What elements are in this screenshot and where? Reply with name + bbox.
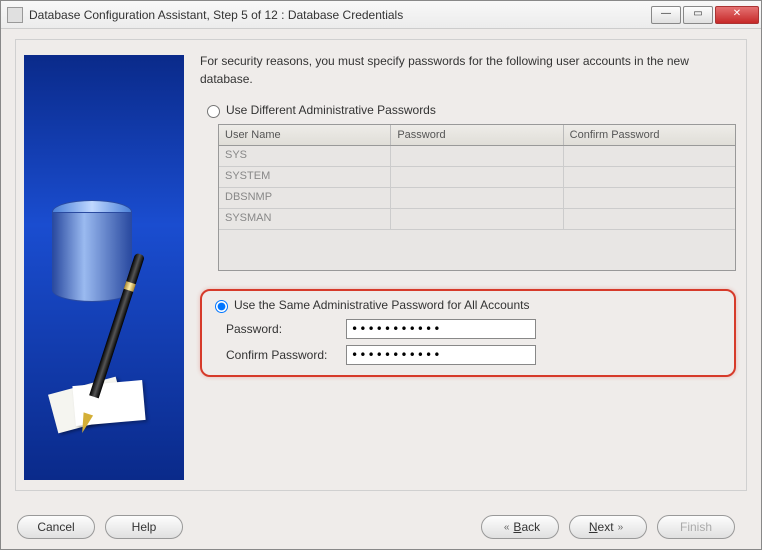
cell-confirm <box>564 167 735 187</box>
cell-confirm <box>564 209 735 229</box>
app-icon <box>7 7 23 23</box>
next-button[interactable]: Next» <box>569 515 647 539</box>
maximize-button[interactable]: ▭ <box>683 6 713 24</box>
option-different-passwords[interactable]: Use Different Administrative Passwords <box>200 102 736 118</box>
table-row: SYSMAN <box>219 209 735 230</box>
next-arrow-icon: » <box>618 522 624 533</box>
col-password: Password <box>391 125 563 145</box>
close-button[interactable]: ✕ <box>715 6 759 24</box>
titlebar: Database Configuration Assistant, Step 5… <box>1 1 761 29</box>
col-username: User Name <box>219 125 391 145</box>
table-row: SYS <box>219 146 735 167</box>
main-panel: For security reasons, you must specify p… <box>15 39 747 491</box>
password-input[interactable] <box>346 319 536 339</box>
cell-username: DBSNMP <box>219 188 391 208</box>
button-bar: Cancel Help «Back Next» Finish <box>1 505 761 549</box>
content-area: For security reasons, you must specify p… <box>1 29 761 505</box>
option-same-password[interactable]: Use the Same Administrative Password for… <box>208 297 726 313</box>
wizard-side-image <box>24 55 184 480</box>
col-confirm-password: Confirm Password <box>564 125 735 145</box>
confirm-password-label: Confirm Password: <box>226 348 346 362</box>
cell-username: SYSMAN <box>219 209 391 229</box>
back-button[interactable]: «Back <box>481 515 559 539</box>
credentials-table: User Name Password Confirm Password SYS … <box>218 124 736 271</box>
table-row: SYSTEM <box>219 167 735 188</box>
intro-text: For security reasons, you must specify p… <box>200 52 736 88</box>
window-title: Database Configuration Assistant, Step 5… <box>29 8 649 22</box>
password-label: Password: <box>226 322 346 336</box>
same-password-section: Use the Same Administrative Password for… <box>200 289 736 377</box>
cell-password <box>391 209 563 229</box>
minimize-button[interactable]: — <box>651 6 681 24</box>
option-different-label: Use Different Administrative Passwords <box>226 103 436 117</box>
dbca-window: Database Configuration Assistant, Step 5… <box>0 0 762 550</box>
table-header: User Name Password Confirm Password <box>219 125 735 146</box>
table-row: DBSNMP <box>219 188 735 209</box>
cell-username: SYS <box>219 146 391 166</box>
cell-confirm <box>564 146 735 166</box>
radio-same-password[interactable] <box>215 300 228 313</box>
cell-username: SYSTEM <box>219 167 391 187</box>
cell-password <box>391 188 563 208</box>
finish-button: Finish <box>657 515 735 539</box>
cell-confirm <box>564 188 735 208</box>
radio-different-passwords[interactable] <box>207 105 220 118</box>
option-same-label: Use the Same Administrative Password for… <box>234 298 529 312</box>
cell-password <box>391 167 563 187</box>
back-arrow-icon: « <box>504 522 510 533</box>
confirm-password-input[interactable] <box>346 345 536 365</box>
cancel-button[interactable]: Cancel <box>17 515 95 539</box>
help-button[interactable]: Help <box>105 515 183 539</box>
right-pane: For security reasons, you must specify p… <box>192 40 746 490</box>
cell-password <box>391 146 563 166</box>
